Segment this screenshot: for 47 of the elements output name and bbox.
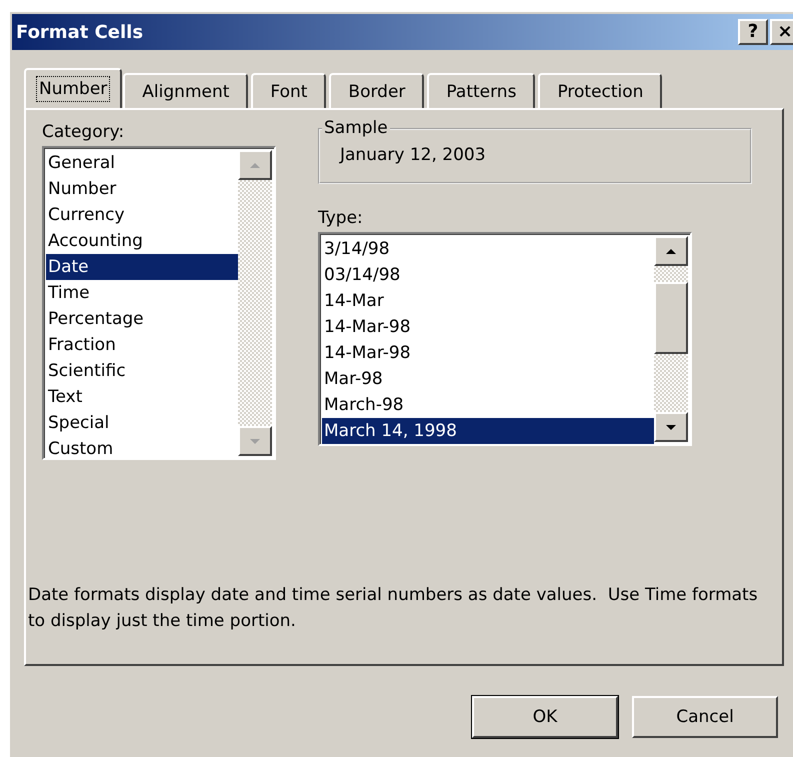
tab[interactable]: Patterns <box>427 73 536 108</box>
cancel-button[interactable]: Cancel <box>632 696 778 738</box>
description-text: Date formats display date and time serial numbers as date values. Use Time formats to display just the time portion. <box>28 584 759 633</box>
category-list[interactable]: General Number Currency Accounting Date Time Percentage Fraction Scientific Text Special Custom <box>42 146 276 460</box>
list-item[interactable]: 14-Mar <box>322 288 654 314</box>
list-item[interactable]: Text <box>46 384 238 410</box>
list-item[interactable]: Date <box>46 254 238 280</box>
tab[interactable]: Font <box>251 73 326 108</box>
list-item[interactable]: Percentage <box>46 306 238 332</box>
list-item[interactable]: Number <box>46 176 238 202</box>
type-label: Type: <box>318 207 364 230</box>
window-title: Format Cells <box>16 22 144 42</box>
category-label: Category: <box>42 121 126 144</box>
tab[interactable]: Number <box>24 68 122 108</box>
scroll-down-button[interactable] <box>238 426 272 456</box>
list-item[interactable]: Time <box>46 280 238 306</box>
scrollbar-thumb[interactable] <box>654 282 688 354</box>
type-list[interactable]: 3/14/98 03/14/98 14-Mar 14-Mar-98 14-Mar-98 Mar-98 March-98 March 14, 1998 <box>318 232 692 446</box>
list-item[interactable]: Special <box>46 410 238 436</box>
tab[interactable]: Border <box>329 73 424 108</box>
list-item[interactable]: 14-Mar-98 <box>322 340 654 366</box>
scroll-down-button[interactable] <box>654 412 688 442</box>
sample-value: January 12, 2003 <box>340 144 487 166</box>
help-button[interactable]: ? <box>738 19 768 45</box>
list-item[interactable]: Scientific <box>46 358 238 384</box>
list-item[interactable]: 3/14/98 <box>322 236 654 262</box>
up-arrow-icon <box>665 248 677 254</box>
sample-label: Sample <box>322 117 390 139</box>
up-arrow-icon <box>249 162 261 168</box>
tab[interactable]: Protection <box>538 73 662 108</box>
tab[interactable]: Alignment <box>123 73 248 108</box>
down-arrow-icon <box>665 424 677 430</box>
close-button[interactable]: × <box>770 19 793 45</box>
list-item[interactable]: Currency <box>46 202 238 228</box>
ok-button[interactable]: OK <box>472 696 618 738</box>
list-item[interactable]: General <box>46 150 238 176</box>
list-item[interactable]: Custom <box>46 436 238 462</box>
list-item[interactable]: Accounting <box>46 228 238 254</box>
down-arrow-icon <box>249 438 261 444</box>
scroll-up-button[interactable] <box>238 150 272 180</box>
list-item[interactable]: 14-Mar-98 <box>322 314 654 340</box>
scroll-up-button[interactable] <box>654 236 688 266</box>
list-item[interactable]: March-98 <box>322 392 654 418</box>
list-item[interactable]: March 14, 1998 <box>322 418 654 444</box>
list-item[interactable]: Fraction <box>46 332 238 358</box>
list-item[interactable]: Mar-98 <box>322 366 654 392</box>
list-item[interactable]: 03/14/98 <box>322 262 654 288</box>
